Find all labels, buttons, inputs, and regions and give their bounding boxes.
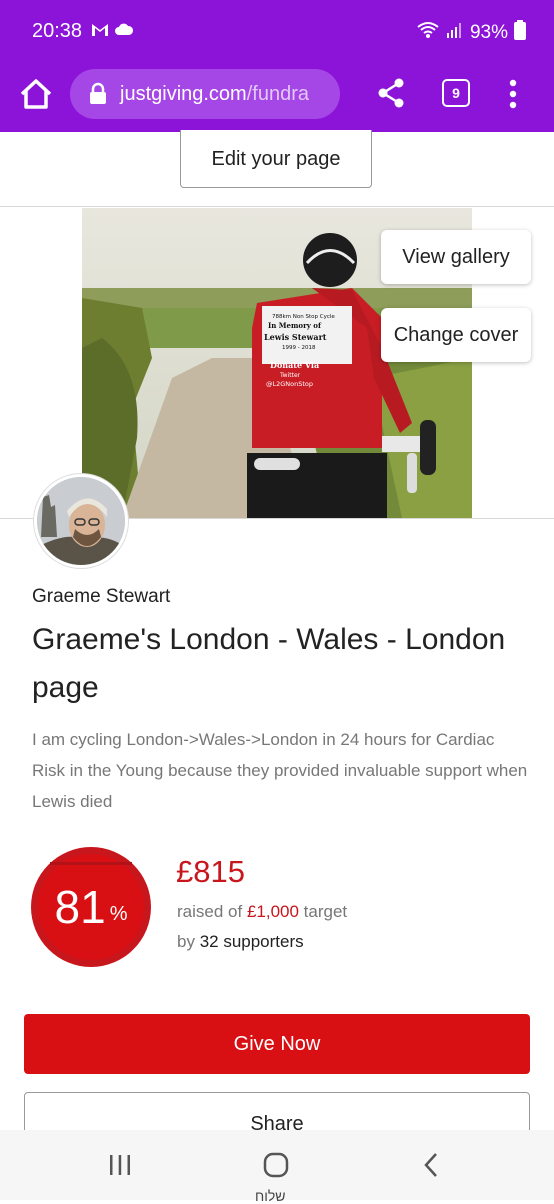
progress-percent: 81% xyxy=(30,846,152,968)
home-circle-icon[interactable] xyxy=(263,1152,289,1183)
url-text: justgiving.com/fundra xyxy=(120,83,309,106)
gmail-icon xyxy=(90,20,110,45)
signal-icon xyxy=(446,21,464,45)
lock-icon xyxy=(88,82,108,106)
jersey-text-2: In Memory of xyxy=(268,321,322,330)
peek-text: שלוח xyxy=(255,1188,286,1204)
page-title: Graeme's London - Wales - London page xyxy=(32,623,506,704)
jersey-text-7: @L2GNonStop xyxy=(266,380,313,388)
status-time: 20:38 xyxy=(32,20,83,42)
divider xyxy=(0,206,554,207)
battery-percent: 93% xyxy=(469,22,508,43)
edit-page-button[interactable]: Edit your page xyxy=(180,130,372,188)
home-icon[interactable] xyxy=(16,74,56,114)
recent-apps-icon[interactable] xyxy=(108,1154,132,1181)
supporters-count: 32 supporters xyxy=(199,932,304,951)
give-now-button[interactable]: Give Now xyxy=(24,1014,530,1074)
wifi-icon xyxy=(416,20,440,46)
share-icon[interactable] xyxy=(375,76,407,110)
jersey-text-4: 1999 - 2018 xyxy=(282,345,316,351)
jersey-text-6: Twitter xyxy=(279,372,301,379)
progress-percent-sign: % xyxy=(109,902,128,925)
supporters-line: by 32 supporters xyxy=(177,932,304,952)
jersey-text-3: Lewis Stewart xyxy=(264,332,327,342)
url-domain: justgiving.com xyxy=(120,82,247,105)
target-suffix: target xyxy=(298,902,348,921)
change-cover-button[interactable]: Change cover xyxy=(381,308,531,362)
status-right: 93% xyxy=(416,20,526,46)
battery-icon xyxy=(514,20,526,46)
raised-target-line: raised of £1,000 target xyxy=(177,902,347,922)
tab-switcher-button[interactable]: 9 xyxy=(442,79,470,107)
raised-prefix: raised of xyxy=(177,902,247,921)
url-path: /fundra xyxy=(246,82,309,105)
page-description: I am cycling London->Wales->London in 24… xyxy=(32,730,528,811)
avatar[interactable] xyxy=(34,474,128,568)
owner-name: Graeme Stewart xyxy=(32,586,171,607)
jersey-text-5: Donate Via xyxy=(270,360,319,370)
raised-amount: £815 xyxy=(176,854,245,889)
kebab-menu-icon[interactable] xyxy=(500,76,526,112)
target-amount: £1,000 xyxy=(246,902,299,921)
url-bar[interactable]: justgiving.com/fundra xyxy=(70,69,340,119)
supporters-prefix: by xyxy=(177,932,200,951)
jersey-text-1: 788km Non Stop Cycle xyxy=(272,314,335,320)
progress-percent-value: 81 xyxy=(54,881,106,933)
browser-toolbar: justgiving.com/fundra 9 xyxy=(0,62,554,132)
cloud-icon xyxy=(114,22,134,41)
view-gallery-button[interactable]: View gallery xyxy=(381,230,531,284)
status-bar: 20:38 93% xyxy=(0,0,554,62)
back-icon[interactable] xyxy=(422,1152,440,1183)
